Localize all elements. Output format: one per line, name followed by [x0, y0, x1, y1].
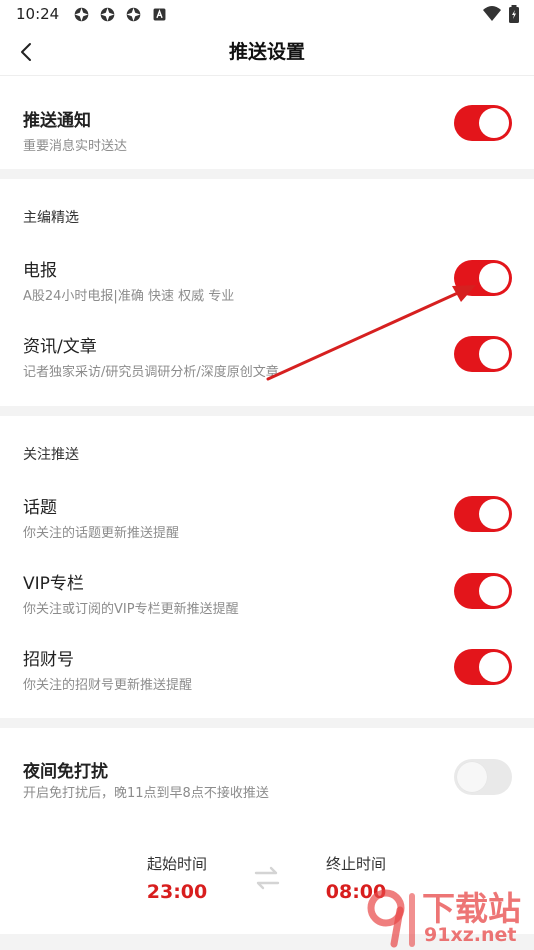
status-bar: 10:24 [0, 0, 534, 28]
zhaocai-subtitle: 你关注的招财号更新推送提醒 [23, 678, 193, 693]
page-title: 推送设置 [228, 41, 305, 63]
vip-column-toggle[interactable] [454, 573, 512, 609]
toggle-knob [479, 652, 509, 682]
list-item-vip-column: VIP专栏 你关注或订阅的VIP专栏更新推送提醒 [0, 552, 534, 628]
watermark-text: 下载站 [422, 889, 521, 928]
toggle-knob [479, 263, 509, 293]
toggle-knob [479, 576, 509, 606]
start-time-label: 起始时间 [146, 855, 207, 873]
status-right-icons [482, 5, 520, 23]
articles-title: 资讯/文章 [23, 337, 97, 357]
list-item-telegraph: 电报 A股24小时电报|准确 快速 权威 专业 [0, 240, 534, 316]
zhaocai-toggle[interactable] [454, 649, 512, 685]
status-time: 10:24 [16, 5, 60, 23]
articles-subtitle: 记者独家采访/研究员调研分析/深度原创文章 [23, 365, 279, 380]
app-notification-icon [126, 7, 141, 21]
battery-icon [509, 5, 519, 23]
a-letter-icon [153, 8, 166, 20]
swap-arrows-icon [254, 866, 280, 890]
editor-picks-label: 主编精选 [23, 210, 79, 226]
night-mode-toggle[interactable] [454, 759, 512, 795]
articles-toggle[interactable] [454, 336, 512, 372]
toggle-knob [479, 339, 509, 369]
zhaocai-title: 招财号 [23, 650, 74, 670]
section-divider [0, 169, 534, 179]
nav-bar: 推送设置 [0, 28, 534, 76]
list-item-zhaocai: 招财号 你关注的招财号更新推送提醒 [0, 628, 534, 708]
night-mode-row: 夜间免打扰 开启免打扰后，晚11点到早8点不接收推送 [0, 728, 534, 810]
night-mode-subtitle: 开启免打扰后，晚11点到早8点不接收推送 [23, 786, 269, 801]
watermark-logo-icon [367, 889, 415, 948]
toggle-knob [479, 108, 509, 138]
list-item-topics: 话题 你关注的话题更新推送提醒 [0, 476, 534, 552]
night-mode-title: 夜间免打扰 [23, 762, 108, 782]
telegraph-subtitle: A股24小时电报|准确 快速 权威 专业 [23, 289, 235, 304]
site-watermark: 下载站 91xz.net [360, 882, 530, 948]
status-notification-icons [73, 6, 168, 23]
app-notification-icon [74, 7, 89, 21]
watermark-url: 91xz.net [424, 924, 517, 946]
push-notice-row: 推送通知 重要消息实时送达 [0, 77, 534, 169]
toggle-knob [457, 762, 487, 792]
toggle-knob [479, 499, 509, 529]
push-notice-subtitle: 重要消息实时送达 [23, 139, 128, 154]
section-divider [0, 718, 534, 728]
topics-toggle[interactable] [454, 496, 512, 532]
push-notice-toggle[interactable] [454, 105, 512, 141]
end-time-label: 终止时间 [325, 855, 386, 873]
telegraph-toggle[interactable] [454, 260, 512, 296]
start-time-value[interactable]: 23:00 [127, 881, 227, 903]
app-notification-icon [100, 7, 115, 21]
follow-push-label: 关注推送 [23, 447, 79, 463]
topics-title: 话题 [23, 498, 57, 518]
topics-subtitle: 你关注的话题更新推送提醒 [23, 526, 180, 541]
list-item-articles: 资讯/文章 记者独家采访/研究员调研分析/深度原创文章 [0, 316, 534, 396]
vip-column-title: VIP专栏 [23, 574, 84, 594]
telegraph-title: 电报 [23, 261, 57, 281]
push-notice-title: 推送通知 [23, 111, 91, 131]
vip-column-subtitle: 你关注或订阅的VIP专栏更新推送提醒 [23, 602, 239, 617]
wifi-icon [483, 6, 501, 21]
section-divider [0, 406, 534, 416]
